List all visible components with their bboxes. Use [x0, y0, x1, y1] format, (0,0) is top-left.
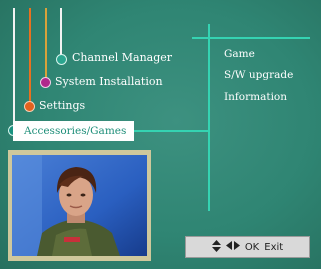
ok-label: OK: [244, 241, 260, 253]
menu-dot-system-installation: [40, 77, 51, 88]
exit-label: Exit: [264, 241, 284, 253]
menu-line-system: [29, 8, 31, 107]
submenu-vertical-line: [208, 24, 210, 211]
menu-item-settings[interactable]: Settings: [39, 99, 85, 112]
menu-dot-channel-manager: [56, 54, 67, 65]
submenu-top-line: [192, 37, 310, 39]
submenu-item-sw-upgrade[interactable]: S/W upgrade: [224, 69, 293, 81]
tv-preview-frame: [8, 150, 151, 261]
nav-help-bar: OK Exit: [185, 236, 310, 258]
tv-preview-picture: [12, 155, 147, 256]
left-right-arrows-icon: [225, 241, 240, 253]
menu-line-channel: [60, 8, 62, 59]
menu-dot-settings: [24, 101, 35, 112]
menu-screen: Channel Manager System Installation Sett…: [0, 0, 321, 269]
up-down-arrows-icon: [211, 239, 221, 255]
menu-item-accessories-games-label: Accessories/Games: [24, 125, 127, 137]
menu-line-settings: [13, 8, 15, 130]
submenu-connector-line: [134, 130, 208, 132]
submenu-item-information[interactable]: Information: [224, 91, 287, 103]
menu-item-accessories-games[interactable]: Accessories/Games: [13, 121, 134, 141]
tv-preview-image: [12, 155, 147, 256]
submenu-item-game[interactable]: Game: [224, 48, 255, 60]
menu-item-channel-manager[interactable]: Channel Manager: [72, 51, 172, 64]
menu-item-system-installation[interactable]: System Installation: [55, 75, 163, 88]
menu-line-accent: [45, 8, 47, 83]
